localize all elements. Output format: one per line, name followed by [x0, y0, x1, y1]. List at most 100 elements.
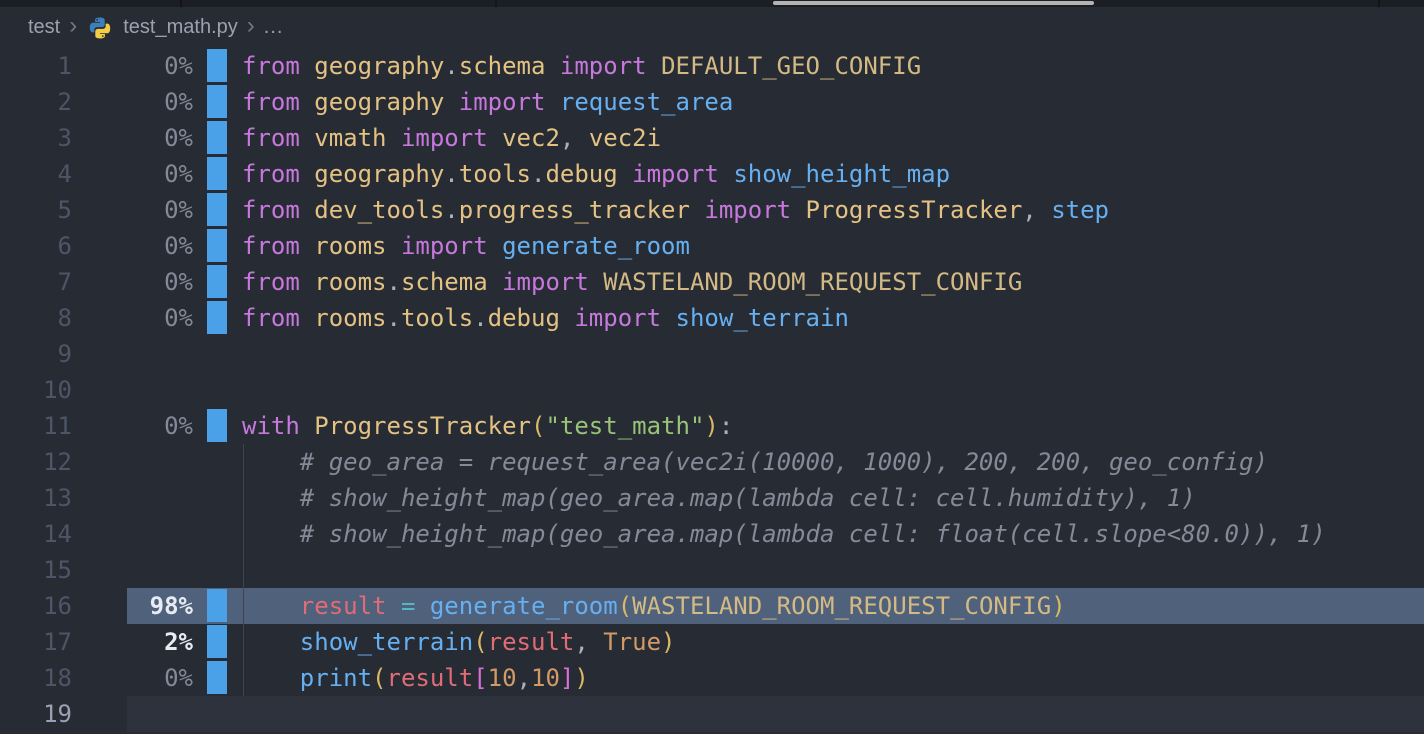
coverage-marker-icon [207, 265, 227, 298]
line-number[interactable]: 7 [0, 264, 72, 300]
line-number[interactable]: 16 [0, 588, 72, 624]
line-number[interactable]: 6 [0, 228, 72, 264]
token-mod: tools [401, 304, 473, 332]
line-number[interactable]: 11 [0, 408, 72, 444]
token-str: "test_math" [545, 412, 704, 440]
code-text: from rooms.tools.debug import show_terra… [242, 300, 849, 336]
token-txt [690, 196, 704, 224]
line-number[interactable]: 19 [0, 696, 72, 732]
line-number[interactable]: 14 [0, 516, 72, 552]
token-p2: [ [473, 664, 487, 692]
coverage-marker-icon [207, 193, 227, 226]
code-line-15[interactable]: 15 [0, 552, 1424, 588]
breadcrumb-folder[interactable]: test [28, 16, 60, 39]
token-cmt: # geo_area = request_area(vec2i(10000, 1… [300, 448, 1268, 476]
token-var: result [387, 664, 474, 692]
token-p1: ) [704, 412, 718, 440]
code-text: # show_height_map(geo_area.map(lambda ce… [242, 516, 1326, 552]
code-line-2[interactable]: 20%from geography import request_area [0, 84, 1424, 120]
line-number[interactable]: 8 [0, 300, 72, 336]
token-kw: import [632, 160, 719, 188]
line-number[interactable]: 2 [0, 84, 72, 120]
code-line-16[interactable]: 1698% result = generate_room(WASTELAND_R… [0, 588, 1424, 624]
token-kw: from [242, 124, 300, 152]
token-txt [545, 88, 559, 116]
breadcrumb-file[interactable]: test_math.py [123, 16, 238, 39]
code-line-3[interactable]: 30%from vmath import vec2, vec2i [0, 120, 1424, 156]
token-kw: from [242, 268, 300, 296]
token-punc: . [473, 304, 487, 332]
token-fn: show_terrain [300, 628, 473, 656]
token-txt [242, 484, 300, 512]
coverage-percent: 0% [72, 156, 193, 192]
coverage-marker-icon [207, 301, 227, 334]
code-text: from rooms import generate_room [242, 228, 690, 264]
token-fn: print [300, 664, 372, 692]
tab-divider [180, 0, 182, 7]
coverage-marker-slot [207, 336, 227, 372]
token-cls: vec2i [589, 124, 661, 152]
token-mod: debug [545, 160, 617, 188]
token-fn: request_area [560, 88, 733, 116]
code-line-6[interactable]: 60%from rooms import generate_room [0, 228, 1424, 264]
line-number[interactable]: 12 [0, 444, 72, 480]
line-number[interactable]: 13 [0, 480, 72, 516]
coverage-percent: 0% [72, 48, 193, 84]
token-txt [719, 160, 733, 188]
token-p1: ( [372, 664, 386, 692]
token-kw: import [401, 232, 488, 260]
token-punc: , [517, 664, 531, 692]
code-line-5[interactable]: 50%from dev_tools.progress_tracker impor… [0, 192, 1424, 228]
tab-divider [1378, 0, 1380, 7]
token-cls: ProgressTracker [314, 412, 531, 440]
code-line-17[interactable]: 172% show_terrain(result, True) [0, 624, 1424, 660]
line-number[interactable]: 3 [0, 120, 72, 156]
token-txt [242, 448, 300, 476]
horizontal-scrollbar-thumb[interactable] [773, 1, 1094, 5]
token-txt [560, 304, 574, 332]
token-punc: , [574, 628, 588, 656]
code-line-13[interactable]: 13 # show_height_map(geo_area.map(lambda… [0, 480, 1424, 516]
code-line-7[interactable]: 70%from rooms.schema import WASTELAND_RO… [0, 264, 1424, 300]
code-line-9[interactable]: 9 [0, 336, 1424, 372]
coverage-percent: 0% [72, 84, 193, 120]
code-text: result = generate_room(WASTELAND_ROOM_RE… [242, 588, 1066, 624]
token-punc: . [444, 160, 458, 188]
code-text: # geo_area = request_area(vec2i(10000, 1… [242, 444, 1268, 480]
code-line-19[interactable]: 19 [0, 696, 1424, 732]
line-number[interactable]: 4 [0, 156, 72, 192]
line-number[interactable]: 10 [0, 372, 72, 408]
line-number[interactable]: 17 [0, 624, 72, 660]
coverage-percent [72, 552, 193, 588]
token-const: WASTELAND_ROOM_REQUEST_CONFIG [603, 268, 1022, 296]
token-txt [574, 124, 588, 152]
code-line-18[interactable]: 180% print(result[10,10]) [0, 660, 1424, 696]
token-fn: generate_room [502, 232, 690, 260]
code-line-14[interactable]: 14 # show_height_map(geo_area.map(lambda… [0, 516, 1424, 552]
code-line-1[interactable]: 10%from geography.schema import DEFAULT_… [0, 48, 1424, 84]
token-kw: from [242, 88, 300, 116]
code-editor[interactable]: 10%from geography.schema import DEFAULT_… [0, 48, 1424, 732]
breadcrumb-symbol-more[interactable]: ... [264, 16, 284, 39]
token-num: True [603, 628, 661, 656]
code-text: show_terrain(result, True) [242, 624, 676, 660]
token-kw: import [560, 52, 647, 80]
line-number[interactable]: 5 [0, 192, 72, 228]
code-line-10[interactable]: 10 [0, 372, 1424, 408]
coverage-marker-icon [207, 85, 227, 118]
token-txt [387, 592, 401, 620]
line-number[interactable]: 18 [0, 660, 72, 696]
code-line-11[interactable]: 110%with ProgressTracker("test_math"): [0, 408, 1424, 444]
line-number[interactable]: 15 [0, 552, 72, 588]
token-p1: ) [1051, 592, 1065, 620]
code-line-4[interactable]: 40%from geography.tools.debug import sho… [0, 156, 1424, 192]
line-number[interactable]: 1 [0, 48, 72, 84]
coverage-marker-slot [207, 444, 227, 480]
token-mod: rooms [314, 304, 386, 332]
token-txt [444, 88, 458, 116]
line-number[interactable]: 9 [0, 336, 72, 372]
coverage-percent: 98% [72, 588, 193, 624]
code-line-12[interactable]: 12 # geo_area = request_area(vec2i(10000… [0, 444, 1424, 480]
code-line-8[interactable]: 80%from rooms.tools.debug import show_te… [0, 300, 1424, 336]
coverage-percent: 2% [72, 624, 193, 660]
